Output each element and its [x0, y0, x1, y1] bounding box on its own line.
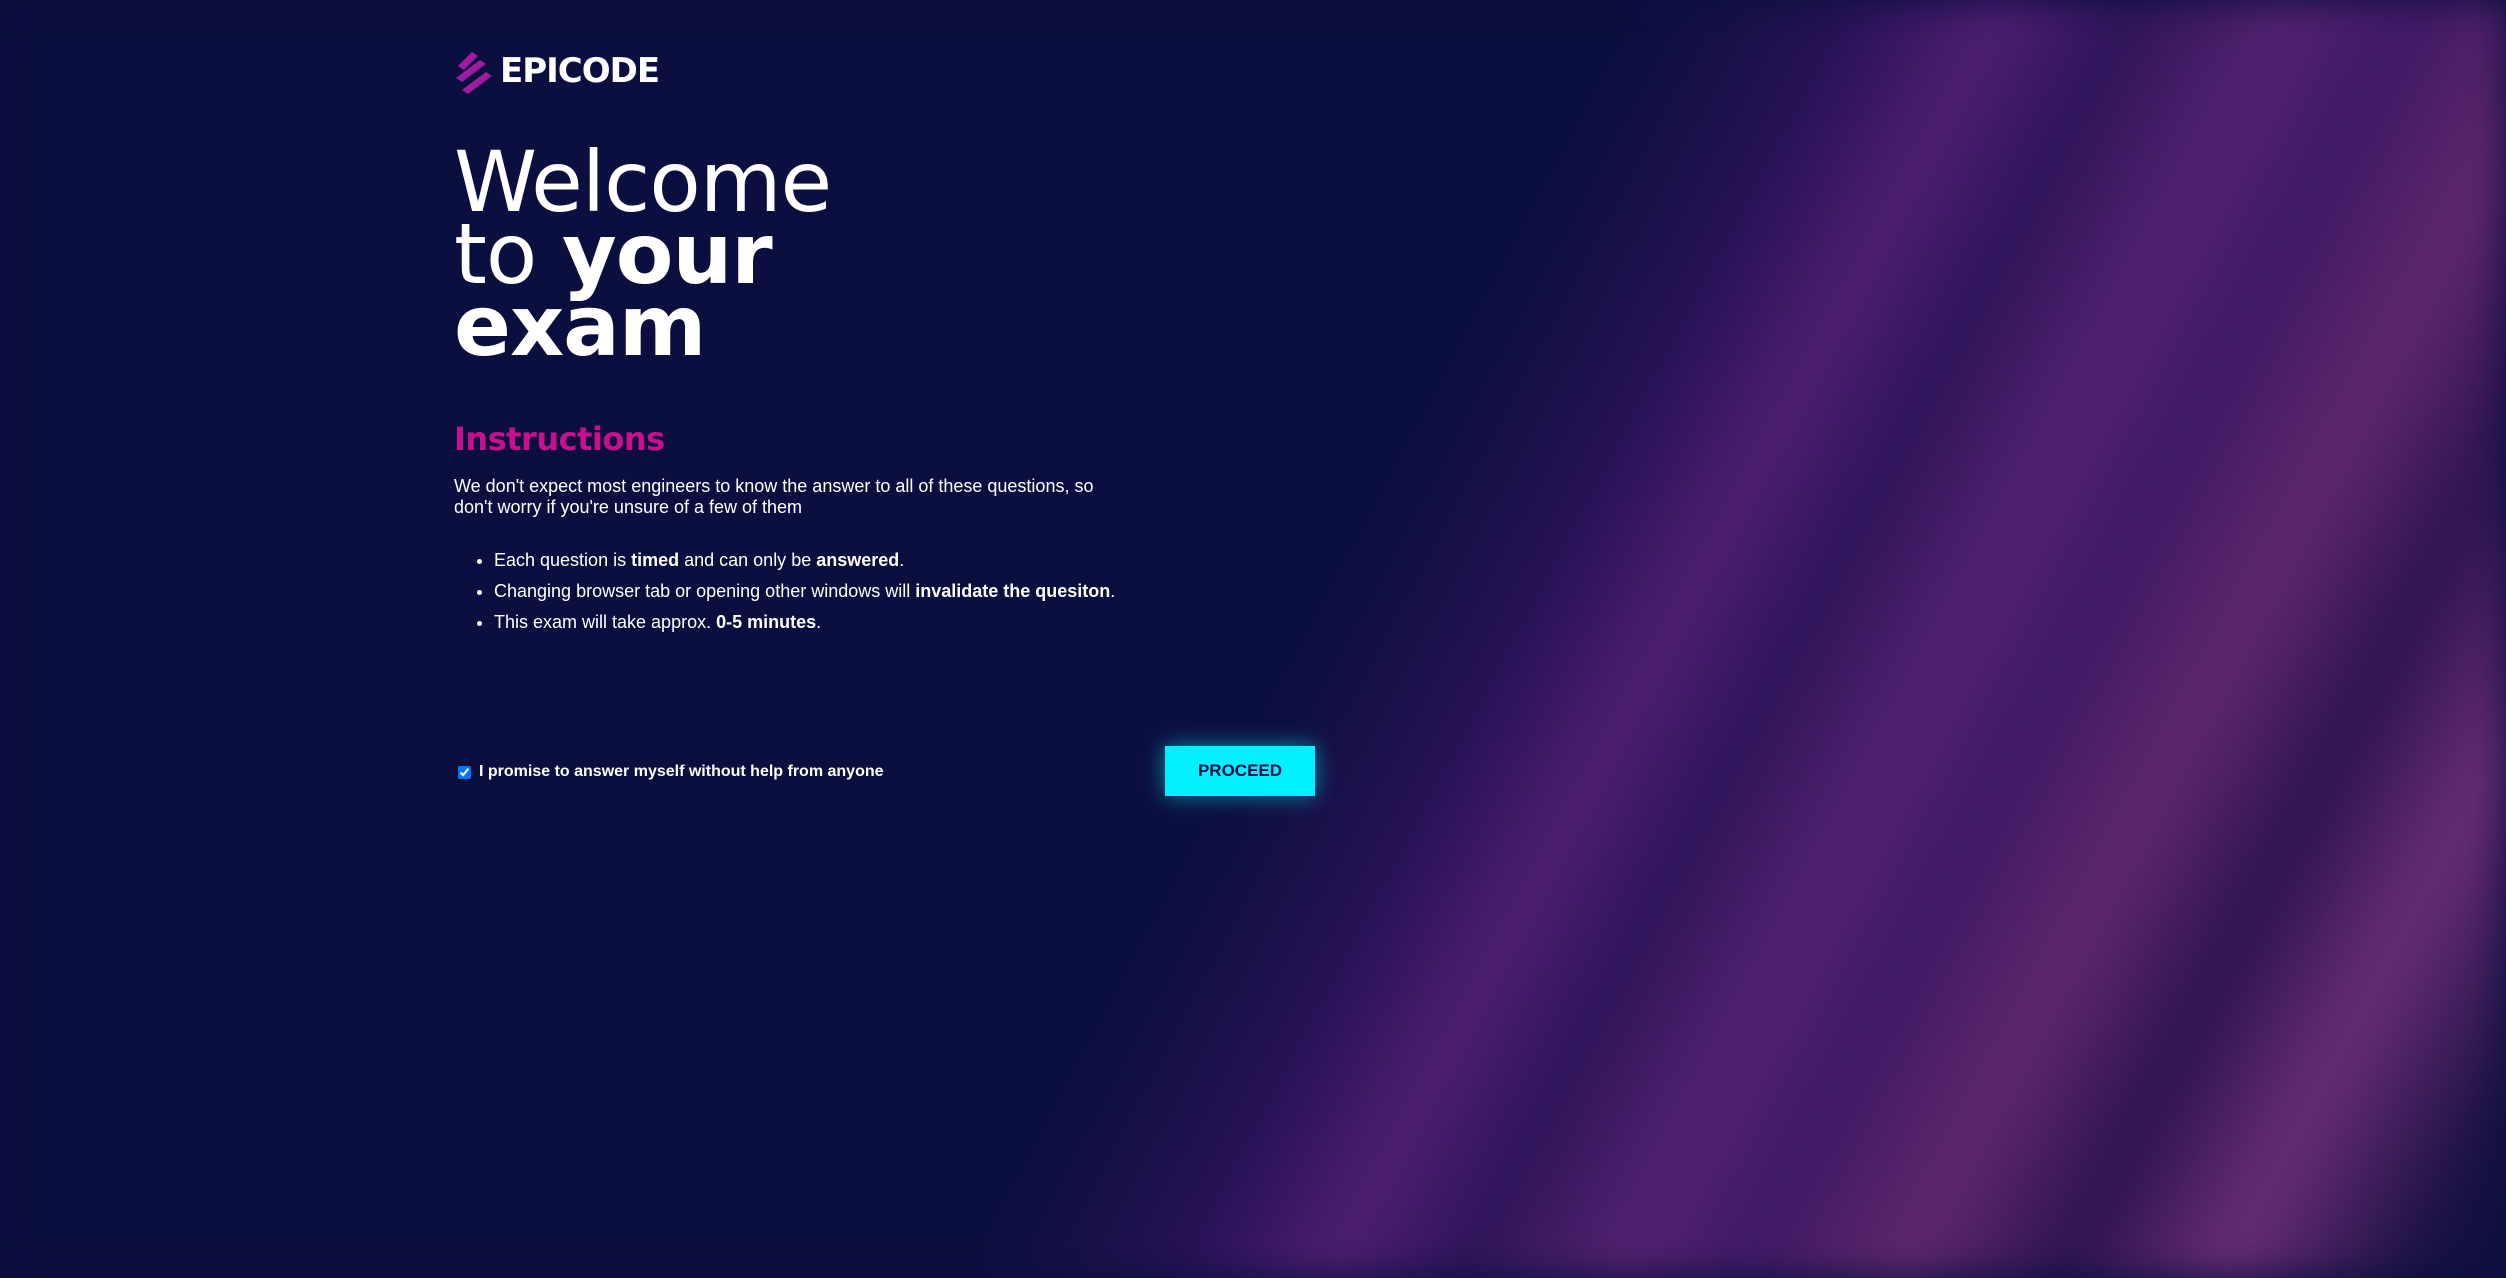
- rule-text: Each question is: [494, 550, 632, 570]
- promise-checkbox-label[interactable]: I promise to answer myself without help …: [454, 763, 884, 781]
- instruction-rule: Each question is timed and can only be a…: [494, 550, 1134, 571]
- epicode-logo-icon: [456, 52, 492, 94]
- main-content: EPICODE Welcome to your exam Instruction…: [454, 46, 1314, 643]
- brand-name: EPICODE: [500, 51, 660, 91]
- rule-text: .: [1110, 581, 1116, 601]
- rule-text: This exam will take approx.: [494, 612, 717, 632]
- rule-emphasis: 0-5 minutes: [716, 612, 817, 632]
- brand-logo: EPICODE: [454, 46, 1314, 96]
- instructions-intro: We don't expect most engineers to know t…: [454, 476, 1094, 517]
- rule-text: Changing browser tab or opening other wi…: [494, 581, 916, 601]
- instruction-rule: Changing browser tab or opening other wi…: [494, 581, 1134, 602]
- instructions-rules-list: Each question is timed and can only be a…: [454, 550, 1134, 633]
- rule-emphasis: answered: [816, 550, 900, 570]
- rule-text: .: [899, 550, 905, 570]
- instruction-rule: This exam will take approx. 0-5 minutes.: [494, 612, 1134, 633]
- welcome-heading: Welcome to your exam: [454, 140, 1314, 375]
- rule-text: .: [816, 612, 822, 632]
- welcome-line-3: exam: [454, 277, 706, 375]
- confirm-row: I promise to answer myself without help …: [454, 746, 1315, 798]
- rule-emphasis: invalidate the quesiton: [915, 581, 1111, 601]
- proceed-button[interactable]: PROCEED: [1165, 746, 1315, 796]
- rule-emphasis: timed: [631, 550, 680, 570]
- rule-text: and can only be: [679, 550, 817, 570]
- instructions-title: Instructions: [454, 420, 665, 458]
- promise-checkbox[interactable]: [458, 765, 471, 779]
- promise-text: I promise to answer myself without help …: [479, 763, 884, 780]
